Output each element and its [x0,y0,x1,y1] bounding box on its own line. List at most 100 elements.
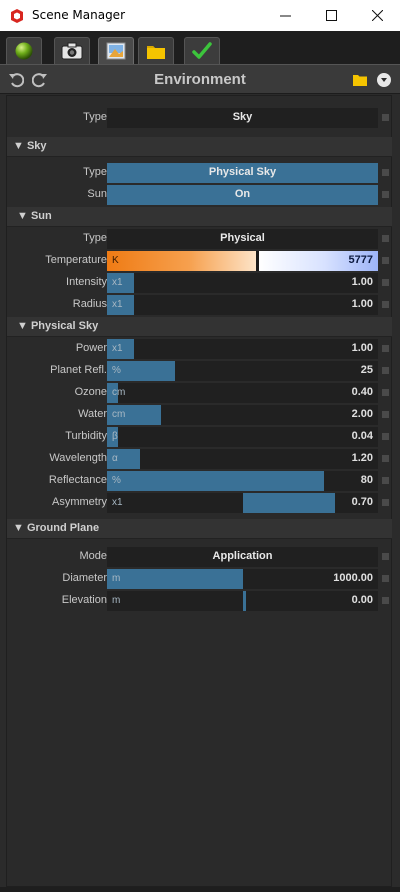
sun-section-label: ▼ Sun [17,210,52,222]
sky-type-keyframe[interactable] [382,169,389,176]
maximize-button[interactable] [308,0,354,31]
asymmetry-value: 0.70 [351,496,373,508]
wavelength-label: Wavelength [49,452,107,464]
ozone-row: Ozone cm 0.40 [7,383,393,403]
environment-type-keyframe[interactable] [382,114,389,121]
ozone-slider[interactable]: cm 0.40 [107,383,378,403]
elevation-slider[interactable]: m 0.00 [107,591,378,611]
planet-reflectance-unit: % [112,365,121,376]
temperature-warm-gradient [107,251,256,271]
panel-toolbar: Environment [0,64,400,94]
environment-type-dropdown[interactable]: Sky [107,108,378,128]
diameter-keyframe[interactable] [382,575,389,582]
temperature-slider[interactable]: K 5777 [107,251,378,271]
reflectance-slider[interactable]: % 80 [107,471,378,491]
radius-slider[interactable]: x1 1.00 [107,295,378,315]
turbidity-value: 0.04 [351,430,373,442]
sky-section-label: ▼ Sky [13,140,47,152]
planet-reflectance-slider[interactable]: % 25 [107,361,378,381]
diameter-slider[interactable]: m 1000.00 [107,569,378,589]
ozone-value: 0.40 [351,386,373,398]
sky-type-dropdown[interactable]: Physical Sky [107,163,378,183]
tab-folder[interactable] [138,37,174,64]
power-slider[interactable]: x1 1.00 [107,339,378,359]
ozone-label: Ozone [74,386,107,398]
folder-open-icon[interactable] [352,72,368,88]
elevation-keyframe[interactable] [382,597,389,604]
tab-strip [0,31,400,64]
ground-mode-dropdown[interactable]: Application [107,547,378,567]
turbidity-label: Turbidity [65,430,107,442]
checkmark-icon [192,42,212,59]
elevation-value: 0.00 [351,594,373,606]
physical-sky-section-header[interactable]: ▼ Physical Sky [7,317,393,337]
radius-keyframe[interactable] [382,301,389,308]
diameter-label: Diameter [62,572,107,584]
tab-check[interactable] [184,37,220,64]
asymmetry-slider[interactable]: x1 0.70 [107,493,378,513]
intensity-slider[interactable]: x1 1.00 [107,273,378,293]
sun-type-row: Type Physical [7,229,393,249]
planet-reflectance-row: Planet Refl.% 25 [7,361,393,381]
physical-sky-section-label: ▼ Physical Sky [17,320,99,332]
radius-label: Radius [72,298,107,310]
intensity-value: 1.00 [351,276,373,288]
close-button[interactable] [354,0,400,31]
sun-toggle-button[interactable]: On [107,185,378,205]
wavelength-value: 1.20 [351,452,373,464]
diameter-row: Diameter m 1000.00 [7,569,393,589]
wavelength-unit: α [112,453,118,464]
ozone-keyframe[interactable] [382,389,389,396]
sun-toggle-keyframe[interactable] [382,191,389,198]
options-icon[interactable] [376,72,392,88]
reflectance-label: Reflectance [48,474,107,486]
sun-section-header[interactable]: ▼ Sun [7,207,393,227]
power-keyframe[interactable] [382,345,389,352]
ground-mode-keyframe[interactable] [382,553,389,560]
turbidity-slider[interactable]: β 0.04 [107,427,378,447]
asymmetry-slider-fill [243,493,335,513]
wavelength-slider[interactable]: α 1.20 [107,449,378,469]
temperature-row: Temperature K 5777 [7,251,393,271]
elevation-slider-handle[interactable] [243,591,246,611]
window-title: Scene Manager [32,8,125,22]
sketchup-app-icon [11,9,23,23]
planet-reflectance-keyframe[interactable] [382,367,389,374]
wavelength-row: Wavelength α 1.20 [7,449,393,469]
temperature-keyframe[interactable] [382,257,389,264]
ground-mode-label: Mode [79,550,107,562]
reflectance-slider-fill [107,471,324,491]
temperature-unit: K [112,255,119,266]
wavelength-keyframe[interactable] [382,455,389,462]
asymmetry-label: Asymmetry [52,496,107,508]
ozone-unit: cm [112,387,126,398]
water-slider[interactable]: cm 2.00 [107,405,378,425]
sun-type-label: Type [83,232,107,244]
right-border [392,95,400,887]
asymmetry-row: Asymmetry x1 0.70 [7,493,393,513]
diameter-slider-fill [107,569,243,589]
water-value: 2.00 [351,408,373,420]
tab-camera[interactable] [54,37,90,64]
elevation-row: Elevation m 0.00 [7,591,393,611]
sun-type-dropdown[interactable]: Physical [107,229,378,249]
sky-section-header[interactable]: ▼ Sky [7,137,393,157]
minimize-button[interactable] [262,0,308,31]
sun-type-keyframe[interactable] [382,235,389,242]
reflectance-unit: % [112,475,121,486]
ground-plane-section-header[interactable]: ▼ Ground Plane [7,519,393,539]
intensity-keyframe[interactable] [382,279,389,286]
tab-environment[interactable] [6,37,42,64]
radius-row: Radius x1 1.00 [7,295,393,315]
asymmetry-keyframe[interactable] [382,499,389,506]
bottom-border [0,887,400,892]
tab-image[interactable] [98,37,134,64]
turbidity-keyframe[interactable] [382,433,389,440]
diameter-value: 1000.00 [333,572,373,584]
water-keyframe[interactable] [382,411,389,418]
elevation-label: Elevation [61,594,107,606]
planet-reflectance-value: 25 [360,364,373,376]
water-row: Water cm 2.00 [7,405,393,425]
water-unit: cm [112,409,126,420]
reflectance-keyframe[interactable] [382,477,389,484]
